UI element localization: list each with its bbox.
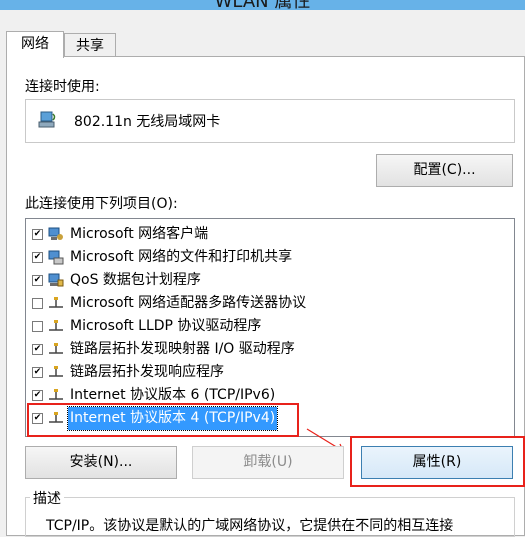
checkbox[interactable]: ✔ — [32, 367, 43, 378]
configure-button[interactable]: 配置(C)... — [376, 154, 513, 187]
protocol-icon — [49, 389, 63, 400]
tab-sharing[interactable]: 共享 — [64, 33, 116, 57]
list-item-label: Microsoft 网络客户端 — [70, 226, 209, 242]
protocol-icon — [49, 297, 63, 308]
list-item-label: 链路层拓扑发现映射器 I/O 驱动程序 — [70, 341, 295, 357]
items-label: 此连接使用下列项目(O): — [25, 196, 178, 212]
list-item-label: Microsoft 网络的文件和打印机共享 — [70, 249, 293, 265]
window-title: WLAN 属性 — [214, 0, 311, 12]
description-text: TCP/IP。该协议是默认的广域网络协议，它提供在不同的相互连接 — [46, 518, 454, 534]
install-button[interactable]: 安装(N)... — [25, 446, 177, 479]
list-item-label: 链路层拓扑发现响应程序 — [70, 364, 224, 380]
connect-using-label: 连接时使用: — [25, 79, 100, 95]
network-adapter-icon — [38, 111, 56, 128]
checkbox[interactable]: ✔ — [32, 229, 43, 240]
file-printer-sharing-icon — [48, 250, 64, 265]
uninstall-button[interactable]: 卸载(U) — [192, 446, 344, 479]
list-item-label: QoS 数据包计划程序 — [70, 272, 201, 288]
tab-networking[interactable]: 网络 — [6, 31, 64, 58]
checkbox[interactable]: ✔ — [32, 344, 43, 355]
list-item-label: Microsoft LLDP 协议驱动程序 — [70, 318, 262, 334]
list-item-label: Microsoft 网络适配器多路传送器协议 — [70, 295, 307, 311]
protocol-icon — [49, 366, 63, 377]
network-client-icon — [48, 227, 63, 240]
description-legend: 描述 — [30, 488, 64, 508]
annotation-highlight-ipv4 — [27, 403, 299, 437]
adapter-box: 802.11n 无线局域网卡 — [25, 99, 515, 143]
adapter-name: 802.11n 无线局域网卡 — [74, 114, 221, 130]
checkbox[interactable]: ✔ — [32, 252, 43, 263]
annotation-highlight-properties — [350, 436, 525, 487]
qos-scheduler-icon — [48, 273, 64, 287]
protocol-icon — [49, 320, 63, 331]
checkbox[interactable]: ✔ — [32, 390, 43, 401]
checkbox[interactable] — [32, 321, 43, 332]
title-bar: WLAN 属性 — [0, 0, 525, 12]
checkbox[interactable] — [32, 298, 43, 309]
protocol-icon — [49, 343, 63, 354]
checkbox[interactable]: ✔ — [32, 275, 43, 286]
